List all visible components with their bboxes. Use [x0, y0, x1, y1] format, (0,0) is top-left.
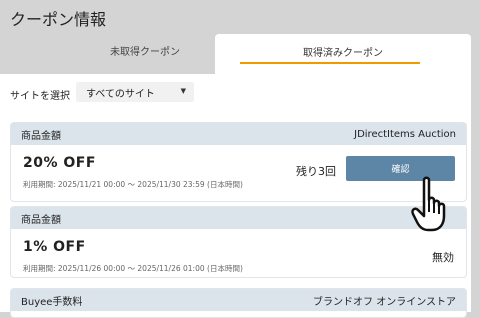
site-filter-label: サイトを選択 — [10, 91, 70, 102]
coupon-remaining: 残り3回 — [296, 165, 336, 178]
caret-down-icon: ▼ — [180, 87, 186, 95]
coupon-status: 無効 — [432, 251, 454, 264]
coupon-period: 利用期間: 2025/11/26 00:00 ～ 2025/11/26 01:0… — [23, 264, 243, 273]
coupon-site: JDirectItems Auction — [354, 128, 456, 140]
active-tab-indicator — [240, 62, 420, 64]
coupon-header: 商品金額 — [11, 207, 466, 229]
coupon-site: ブランドオフ オンラインストア — [313, 296, 456, 308]
hand-pointer-icon — [411, 176, 446, 232]
coupon-category: Buyee手数料 — [21, 296, 83, 308]
coupon-period: 利用期間: 2025/11/21 00:00 ～ 2025/11/30 23:5… — [23, 180, 243, 189]
coupon-body: 1% OFF 利用期間: 2025/11/26 00:00 ～ 2025/11/… — [11, 229, 466, 277]
coupon-card: Buyee手数料 ブランドオフ オンラインストア — [10, 288, 467, 318]
coupon-discount: 20% OFF — [23, 155, 96, 171]
coupon-body: 20% OFF 利用期間: 2025/11/21 00:00 ～ 2025/11… — [11, 145, 466, 201]
coupon-card: 商品金額 1% OFF 利用期間: 2025/11/26 00:00 ～ 202… — [10, 206, 467, 278]
tab-unused-label: 未取得クーポン — [110, 46, 180, 58]
coupon-category: 商品金額 — [21, 214, 61, 226]
coupon-header: 商品金額 JDirectItems Auction — [11, 123, 466, 145]
site-select[interactable]: すべてのサイト ▼ — [76, 82, 194, 102]
site-select-value: すべてのサイト — [86, 88, 155, 100]
page-title: クーポン情報 — [10, 10, 107, 29]
coupon-category: 商品金額 — [21, 130, 61, 142]
tab-used-label: 取得済みクーポン — [303, 47, 383, 59]
coupon-card: 商品金額 JDirectItems Auction 20% OFF 利用期間: … — [10, 122, 467, 202]
tab-used-coupons[interactable]: 取得済みクーポン — [215, 34, 471, 74]
coupon-discount: 1% OFF — [23, 239, 86, 255]
coupon-header: Buyee手数料 ブランドオフ オンラインストア — [11, 289, 466, 311]
